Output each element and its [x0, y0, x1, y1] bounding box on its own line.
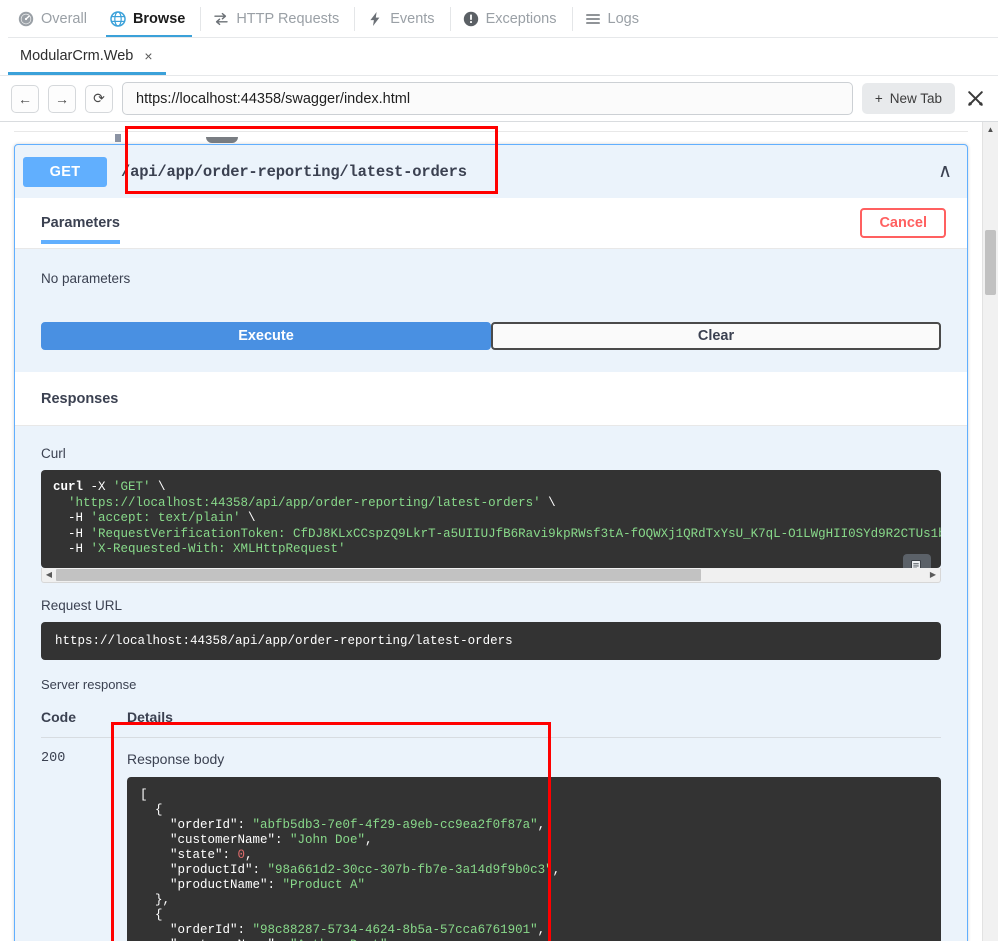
- scroll-up-arrow[interactable]: ▲: [983, 125, 998, 134]
- scrollbar-thumb[interactable]: [56, 568, 701, 581]
- curl-horizontal-scrollbar[interactable]: ◀ ▶: [41, 567, 941, 583]
- copy-to-clipboard-icon[interactable]: [903, 553, 931, 568]
- topnav-item-logs[interactable]: Logs: [575, 0, 652, 38]
- response-row-200: 200 Response body [ { "orderId": "abfb5d…: [41, 738, 941, 941]
- exclamation-circle-icon: [463, 11, 479, 27]
- swagger-page: GET /api/app/order-reporting/latest-orde…: [0, 122, 982, 941]
- server-response-label: Server response: [41, 676, 137, 692]
- response-details: Response body [ { "orderId": "abfb5db3-7…: [127, 750, 941, 941]
- response-code: 200: [41, 750, 66, 766]
- http-method-badge: GET: [23, 156, 107, 187]
- topnav-label: Browse: [132, 11, 186, 27]
- topnav-item-http-requests[interactable]: HTTP Requests: [203, 0, 352, 38]
- opblock-summary[interactable]: GET /api/app/order-reporting/latest-orde…: [15, 126, 967, 198]
- new-tab-label: New Tab: [889, 91, 942, 106]
- topnav-label: Logs: [607, 11, 639, 27]
- scroll-left-arrow[interactable]: ◀: [42, 570, 56, 579]
- plus-icon: +: [874, 91, 883, 106]
- topnav-divider: [200, 7, 202, 31]
- cancel-button[interactable]: Cancel: [860, 208, 946, 238]
- scroll-right-arrow[interactable]: ▶: [926, 570, 940, 579]
- column-header-details: Details: [127, 708, 173, 725]
- globe-icon: [110, 11, 126, 27]
- response-body-json: [ { "orderId": "abfb5db3-7e0f-4f29-a9eb-…: [127, 776, 941, 941]
- clear-button[interactable]: Clear: [491, 322, 941, 350]
- topnav-item-events[interactable]: Events: [357, 0, 447, 38]
- list-lines-icon: [585, 11, 601, 27]
- close-icon[interactable]: ×: [142, 47, 154, 65]
- response-table-header: Code Details: [41, 709, 941, 738]
- gauge-icon: [18, 11, 34, 27]
- operation-path: /api/app/order-reporting/latest-orders: [121, 162, 467, 181]
- curl-code-block: curl -X 'GET' \ 'https://localhost:44358…: [41, 470, 941, 568]
- topnav-label: Exceptions: [485, 11, 557, 27]
- curl-label: Curl: [41, 446, 66, 461]
- topnav-item-overall[interactable]: Overall: [8, 0, 100, 38]
- responses-body: Curl curl -X 'GET' \ 'https://localhost:…: [15, 426, 967, 941]
- exchange-icon: [213, 11, 229, 27]
- topnav-divider: [449, 7, 451, 31]
- responses-header: Responses: [15, 372, 967, 426]
- request-url-label: Request URL: [41, 597, 123, 613]
- vertical-scrollbar-thumb[interactable]: [985, 230, 996, 295]
- parameters-body: No parameters: [15, 249, 967, 286]
- topnav-divider: [354, 7, 356, 31]
- topnav-item-browse[interactable]: Browse: [100, 0, 198, 38]
- reload-button[interactable]: ⟳: [85, 84, 113, 113]
- topnav-label: Events: [390, 11, 435, 27]
- browser-tab-modularcrm-web[interactable]: ModularCrm.Web ×: [8, 39, 166, 75]
- opblock-container: GET /api/app/order-reporting/latest-orde…: [0, 126, 982, 941]
- forward-button[interactable]: →: [48, 84, 76, 113]
- clipped-heading-remnant: [0, 132, 982, 144]
- topnav-divider: [571, 7, 573, 31]
- parameters-tab[interactable]: Parameters: [41, 215, 120, 244]
- bolt-icon: [367, 11, 383, 27]
- request-url-value: https://localhost:44358/api/app/order-re…: [41, 621, 941, 660]
- page-vertical-scrollbar[interactable]: ▲: [982, 122, 998, 941]
- response-body-label: Response body: [127, 750, 225, 767]
- chevron-up-icon[interactable]: ∧: [938, 162, 952, 181]
- parameters-header: Parameters Cancel: [15, 198, 967, 249]
- opblock-get-latest-orders: GET /api/app/order-reporting/latest-orde…: [14, 126, 968, 941]
- clipped-section-divider: [14, 122, 968, 132]
- topnav-item-exceptions[interactable]: Exceptions: [453, 0, 570, 38]
- profiler-toolbar: Overall Browse HTTP Requests Events Exce…: [0, 0, 998, 38]
- curl-line-1: curl -X: [53, 480, 114, 494]
- opblock-body: Parameters Cancel No parameters Execute …: [15, 198, 967, 941]
- back-button[interactable]: ←: [11, 84, 39, 113]
- execute-row: Execute Clear: [15, 286, 967, 372]
- url-input[interactable]: https://localhost:44358/swagger/index.ht…: [122, 82, 853, 115]
- browser-tab-strip: ModularCrm.Web ×: [0, 38, 998, 76]
- column-header-code: Code: [41, 708, 76, 725]
- address-bar: ← → ⟳ https://localhost:44358/swagger/in…: [0, 76, 998, 122]
- page-viewport: GET /api/app/order-reporting/latest-orde…: [0, 122, 998, 941]
- execute-button[interactable]: Execute: [41, 322, 491, 350]
- wrench-screwdriver-icon[interactable]: [964, 90, 987, 107]
- new-tab-button[interactable]: + New Tab: [861, 83, 955, 114]
- topnav-label: HTTP Requests: [236, 11, 340, 27]
- topnav-label: Overall: [41, 11, 87, 27]
- no-parameters-text: No parameters: [41, 271, 131, 286]
- browser-tab-label: ModularCrm.Web: [20, 47, 134, 64]
